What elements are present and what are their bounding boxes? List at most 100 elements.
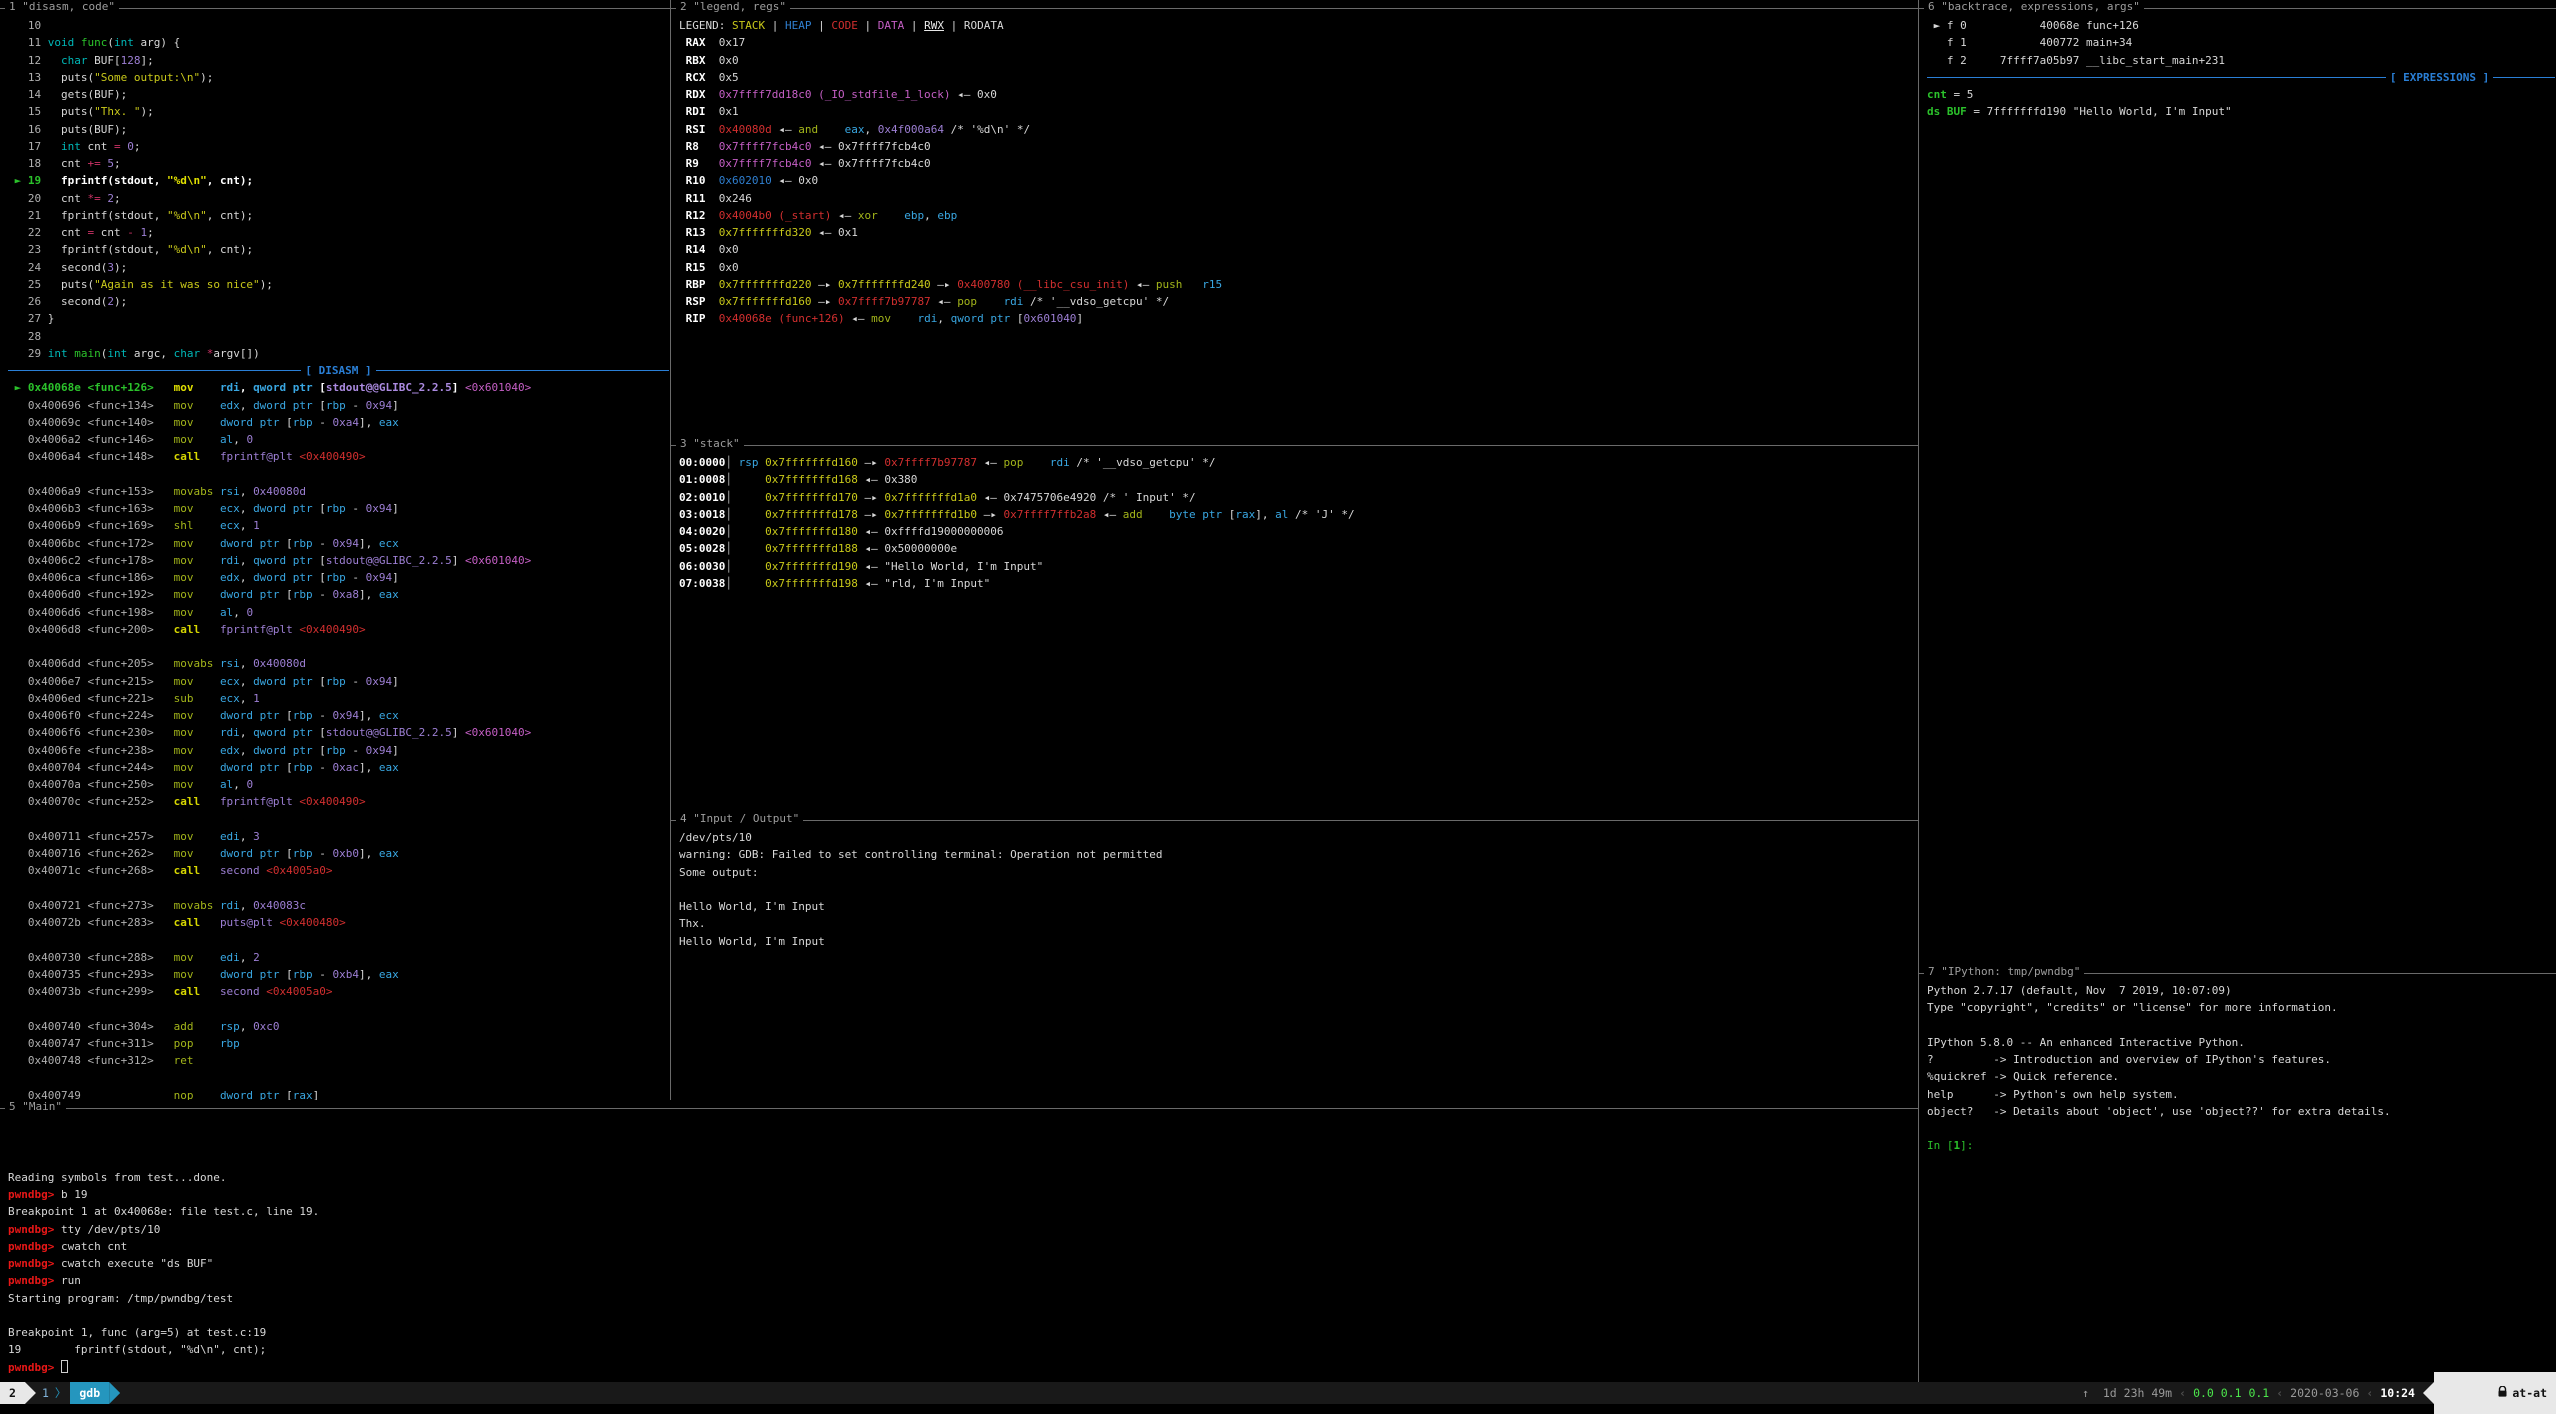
terminal-line xyxy=(8,931,669,948)
terminal-line: 0x400711 <func+257> mov edi, 3 xyxy=(8,828,669,845)
pane-input-output[interactable]: 4 "Input / Output" /dev/pts/10warning: G… xyxy=(671,812,1918,1100)
terminal-line: RBP 0x7fffffffd220 —▸ 0x7fffffffd240 —▸ … xyxy=(679,276,1917,293)
pane-top-border: 1 "disasm, code" xyxy=(0,8,670,9)
pane-title: 3 "stack" xyxy=(676,437,744,450)
pane-disasm-code[interactable]: 1 "disasm, code" 10 11 void func(int arg… xyxy=(0,0,670,1100)
terminal-line: 00:0000│ rsp 0x7fffffffd160 —▸ 0x7ffff7b… xyxy=(679,454,1917,471)
terminal-line: 0x400696 <func+134> mov edx, dword ptr [… xyxy=(8,397,669,414)
terminal-line: [ DISASM ] xyxy=(8,362,669,379)
pane-backtrace[interactable]: 6 "backtrace, expressions, args" ► f 0 4… xyxy=(1919,0,2556,965)
terminal-line: 26 second(2); xyxy=(8,293,669,310)
terminal-line: Type "copyright", "credits" or "license"… xyxy=(1927,999,2555,1016)
status-date: 2020-03-06 xyxy=(2290,1386,2359,1400)
terminal-line: 0x4006b9 <func+169> shl ecx, 1 xyxy=(8,517,669,534)
terminal-line: RBX 0x0 xyxy=(679,52,1917,69)
terminal-line xyxy=(1927,1017,2555,1034)
terminal-line: 0x4006ed <func+221> sub ecx, 1 xyxy=(8,690,669,707)
terminal-line: 15 puts("Thx. "); xyxy=(8,103,669,120)
terminal-line: pwndbg> b 19 xyxy=(8,1186,1917,1203)
terminal-line: R9 0x7ffff7fcb4c0 ◂— 0x7ffff7fcb4c0 xyxy=(679,155,1917,172)
powerline-arrow xyxy=(2423,1382,2434,1404)
terminal-line: 04:0020│ 0x7fffffffd180 ◂— 0xffffd190000… xyxy=(679,523,1917,540)
backtrace-content: ► f 0 40068e func+126 f 1 400772 main+34… xyxy=(1927,17,2555,965)
terminal-line: cnt = 5 xyxy=(1927,86,2555,103)
terminal-line xyxy=(8,466,669,483)
terminal-line: 0x4006a4 <func+148> call fprintf@plt <0x… xyxy=(8,448,669,465)
tmux-status-bar: 2 1 〉 gdb ↑ 1d 23h 49m ‹ 0.0 0.1 0.1 ‹ 2… xyxy=(0,1382,2556,1404)
terminal-line: 02:0010│ 0x7fffffffd170 —▸ 0x7fffffffd1a… xyxy=(679,489,1917,506)
terminal-line: ► 19 fprintf(stdout, "%d\n", cnt); xyxy=(8,172,669,189)
terminal-line: 18 cnt += 5; xyxy=(8,155,669,172)
lock-icon xyxy=(2443,1372,2507,1414)
session-index-segment[interactable]: 2 xyxy=(0,1382,25,1404)
terminal-line: ► f 0 40068e func+126 xyxy=(1927,17,2555,34)
terminal-line: Thx. xyxy=(679,915,1917,932)
terminal-line: 12 char BUF[128]; xyxy=(8,52,669,69)
terminal-line: 20 cnt *= 2; xyxy=(8,190,669,207)
terminal-line: 0x4006a2 <func+146> mov al, 0 xyxy=(8,431,669,448)
terminal-line: 0x4006dd <func+205> movabs rsi, 0x40080d xyxy=(8,655,669,672)
registers-content: LEGEND: STACK | HEAP | CODE | DATA | RWX… xyxy=(679,17,1917,437)
terminal-line: pwndbg> xyxy=(8,1359,1917,1376)
pane-title: 5 "Main" xyxy=(5,1100,66,1113)
terminal-line: 0x400716 <func+262> mov dword ptr [rbp -… xyxy=(8,845,669,862)
terminal-line: RIP 0x40068e (func+126) ◂— mov rdi, qwor… xyxy=(679,310,1917,327)
terminal-line: ds BUF = 7fffffffd190 "Hello World, I'm … xyxy=(1927,103,2555,120)
terminal-line: 0x4006d0 <func+192> mov dword ptr [rbp -… xyxy=(8,586,669,603)
terminal-line: 25 puts("Again as it was so nice"); xyxy=(8,276,669,293)
terminal-line: 0x4006bc <func+172> mov dword ptr [rbp -… xyxy=(8,535,669,552)
terminal-line: 0x4006ca <func+186> mov edx, dword ptr [… xyxy=(8,569,669,586)
window-index[interactable]: 1 xyxy=(36,1382,55,1404)
terminal-line: 0x400740 <func+304> add rsp, 0xc0 xyxy=(8,1018,669,1035)
terminal-line: Reading symbols from test...done. xyxy=(8,1169,1917,1186)
pane-ipython[interactable]: 7 "IPython: tmp/pwndbg" Python 2.7.17 (d… xyxy=(1919,965,2556,1382)
terminal-line: Breakpoint 1, func (arg=5) at test.c:19 xyxy=(8,1324,1917,1341)
terminal-line: ► 0x40068e <func+126> mov rdi, qword ptr… xyxy=(8,379,669,396)
terminal-line: 29 int main(int argc, char *argv[]) xyxy=(8,345,669,362)
load-average: 0.0 0.1 0.1 xyxy=(2193,1386,2269,1400)
terminal-line: 0x400735 <func+293> mov dword ptr [rbp -… xyxy=(8,966,669,983)
terminal-line xyxy=(8,1117,1917,1134)
terminal-line: RSP 0x7fffffffd160 —▸ 0x7ffff7b97787 ◂— … xyxy=(679,293,1917,310)
terminal-line: 24 second(3); xyxy=(8,259,669,276)
terminal-line xyxy=(8,1069,669,1086)
status-separator-icon: ‹ xyxy=(2359,1386,2380,1400)
terminal-line: f 1 400772 main+34 xyxy=(1927,34,2555,51)
pane-title: 1 "disasm, code" xyxy=(5,0,119,13)
terminal-line xyxy=(8,1307,1917,1324)
terminal-line: Some output: xyxy=(679,864,1917,881)
terminal-line: LEGEND: STACK | HEAP | CODE | DATA | RWX… xyxy=(679,17,1917,34)
terminal-line: warning: GDB: Failed to set controlling … xyxy=(679,846,1917,863)
pane-stack[interactable]: 3 "stack" 00:0000│ rsp 0x7fffffffd160 —▸… xyxy=(671,437,1918,812)
terminal-line: IPython 5.8.0 -- An enhanced Interactive… xyxy=(1927,1034,2555,1051)
stack-content: 00:0000│ rsp 0x7fffffffd160 —▸ 0x7ffff7b… xyxy=(679,454,1917,812)
pane-registers[interactable]: 2 "legend, regs" LEGEND: STACK | HEAP | … xyxy=(671,0,1918,437)
terminal-line: 0x40069c <func+140> mov dword ptr [rbp -… xyxy=(8,414,669,431)
terminal-line: 0x4006a9 <func+153> movabs rsi, 0x40080d xyxy=(8,483,669,500)
terminal-line: ? -> Introduction and overview of IPytho… xyxy=(1927,1051,2555,1068)
pane-main-console[interactable]: 5 "Main" Reading symbols from test...don… xyxy=(0,1100,1918,1382)
terminal-line: 0x400721 <func+273> movabs rdi, 0x40083c xyxy=(8,897,669,914)
terminal-line: 0x400704 <func+244> mov dword ptr [rbp -… xyxy=(8,759,669,776)
terminal-line: Breakpoint 1 at 0x40068e: file test.c, l… xyxy=(8,1203,1917,1220)
terminal-line: 0x4006f0 <func+224> mov dword ptr [rbp -… xyxy=(8,707,669,724)
hostname-segment: at-at xyxy=(2434,1372,2556,1414)
terminal-line: Python 2.7.17 (default, Nov 7 2019, 10:0… xyxy=(1927,982,2555,999)
terminal-line xyxy=(8,638,669,655)
terminal-line: 06:0030│ 0x7fffffffd190 ◂— "Hello World,… xyxy=(679,558,1917,575)
terminal-line: 0x40071c <func+268> call second <0x4005a… xyxy=(8,862,669,879)
uptime-arrow-icon: ↑ xyxy=(2082,1386,2089,1400)
terminal-line: %quickref -> Quick reference. xyxy=(1927,1068,2555,1085)
terminal-line: 10 xyxy=(8,17,669,34)
terminal-line: 0x40070c <func+252> call fprintf@plt <0x… xyxy=(8,793,669,810)
window-tab-gdb[interactable]: gdb xyxy=(70,1382,109,1404)
terminal-line: 0x4006d6 <func+198> mov al, 0 xyxy=(8,604,669,621)
terminal-line xyxy=(1927,1120,2555,1137)
terminal-line: Hello World, I'm Input xyxy=(679,898,1917,915)
terminal-line: 0x4006fe <func+238> mov edx, dword ptr [… xyxy=(8,742,669,759)
terminal-line xyxy=(8,1152,1917,1169)
terminal-line xyxy=(8,880,669,897)
pane-title: 6 "backtrace, expressions, args" xyxy=(1924,0,2144,13)
pane-top-border: 6 "backtrace, expressions, args" xyxy=(1919,8,2556,9)
status-separator-icon: ‹ xyxy=(2172,1386,2193,1400)
